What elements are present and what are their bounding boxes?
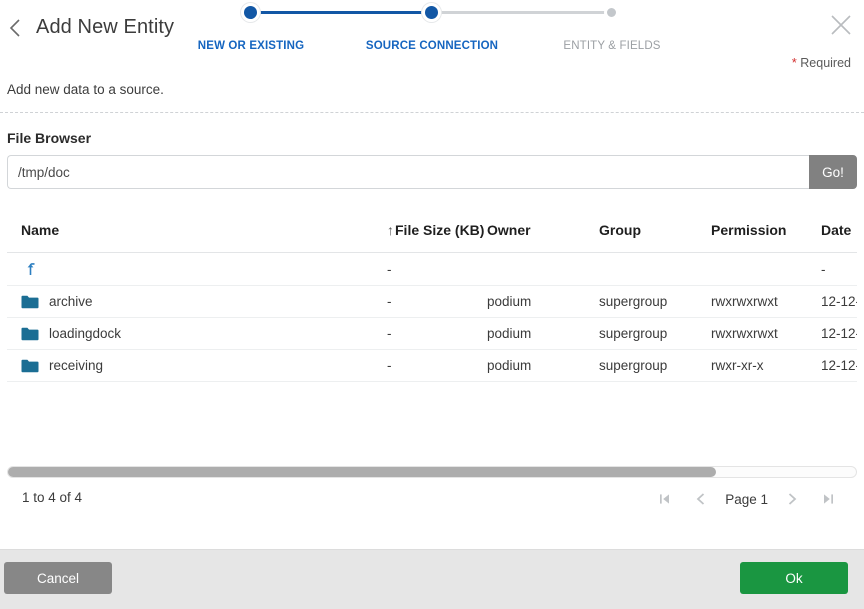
cell-name-label: receiving	[49, 358, 104, 373]
cell-name-label: archive	[49, 294, 93, 309]
dialog-header: Add New Entity NEW OR EXISTING SOURCE CO…	[0, 0, 864, 78]
last-page-icon[interactable]	[810, 487, 846, 511]
section-divider	[0, 112, 864, 113]
cell-group	[599, 252, 711, 286]
cell-name-label: loadingdock	[49, 326, 122, 341]
column-header-group[interactable]: Group	[599, 218, 711, 253]
dialog-description: Add new data to a source.	[7, 82, 164, 97]
cell-permission: rwxrwxrwxt	[711, 285, 821, 318]
back-navigation[interactable]: Add New Entity	[6, 16, 174, 39]
table-row[interactable]: receiving - podium supergroup rwxr-xr-x …	[7, 349, 857, 382]
first-page-icon[interactable]	[647, 487, 683, 511]
table-header-row: Name ↑File Size (KB) Owner Group Permiss…	[7, 218, 857, 253]
wizard-stepper: NEW OR EXISTING SOURCE CONNECTION ENTITY…	[195, 0, 660, 62]
column-header-owner[interactable]: Owner	[487, 218, 599, 253]
stepper-label-new-or-existing[interactable]: NEW OR EXISTING	[198, 40, 304, 52]
path-input-group: Go!	[7, 155, 857, 189]
column-header-file-size[interactable]: ↑File Size (KB)	[387, 218, 487, 253]
cell-file-size: -	[387, 349, 487, 382]
close-icon[interactable]	[826, 10, 856, 40]
file-table-body: - - archive - podium supergroup rwxrwxrw…	[7, 252, 857, 382]
stepper-label-entity-and-fields[interactable]: ENTITY & FIELDS	[563, 40, 660, 52]
cell-file-size: -	[387, 252, 487, 286]
cell-date: 12-12-2	[821, 349, 857, 382]
cell-group: supergroup	[599, 349, 711, 382]
horizontal-scrollbar[interactable]	[7, 466, 857, 478]
stepper-dot-entity-and-fields[interactable]	[604, 5, 619, 20]
column-header-name[interactable]: Name	[7, 218, 387, 253]
cell-group: supergroup	[599, 317, 711, 350]
cell-owner	[487, 252, 599, 286]
cell-permission: rwxr-xr-x	[711, 349, 821, 382]
cell-date: 12-12-2	[821, 317, 857, 350]
cell-name[interactable]: receiving	[7, 349, 387, 382]
cell-date: -	[821, 252, 857, 286]
dialog-footer: Cancel Ok	[0, 549, 864, 609]
next-page-icon[interactable]	[774, 487, 810, 511]
page-title: Add New Entity	[36, 16, 175, 38]
column-header-permission[interactable]: Permission	[711, 218, 821, 253]
cell-owner: podium	[487, 285, 599, 318]
cancel-button[interactable]: Cancel	[4, 562, 112, 594]
page-indicator: Page 1	[725, 491, 768, 507]
cell-permission	[711, 252, 821, 286]
go-button[interactable]: Go!	[809, 155, 857, 189]
add-new-entity-dialog: Add New Entity NEW OR EXISTING SOURCE CO…	[0, 0, 864, 609]
required-label: Required	[800, 56, 851, 70]
cell-name[interactable]	[7, 252, 387, 286]
folder-icon[interactable]	[21, 359, 39, 373]
file-table-container: Name ↑File Size (KB) Owner Group Permiss…	[7, 218, 857, 458]
ok-button[interactable]: Ok	[740, 562, 848, 594]
cell-permission: rwxrwxrwxt	[711, 317, 821, 350]
previous-page-icon[interactable]	[683, 487, 719, 511]
table-row[interactable]: loadingdock - podium supergroup rwxrwxrw…	[7, 317, 857, 350]
file-browser-heading: File Browser	[7, 130, 92, 146]
horizontal-scrollbar-thumb[interactable]	[8, 467, 716, 477]
table-row[interactable]: archive - podium supergroup rwxrwxrwxt 1…	[7, 285, 857, 318]
path-input[interactable]	[7, 155, 809, 189]
cell-owner: podium	[487, 349, 599, 382]
file-table: Name ↑File Size (KB) Owner Group Permiss…	[7, 218, 857, 382]
cell-file-size: -	[387, 285, 487, 318]
column-header-date[interactable]: Date	[821, 218, 857, 253]
required-asterisk: *	[791, 55, 797, 70]
cell-file-size: -	[387, 317, 487, 350]
sort-ascending-arrow-icon: ↑	[387, 222, 394, 238]
folder-icon[interactable]	[21, 327, 39, 341]
cell-name[interactable]: loadingdock	[7, 317, 387, 350]
cell-name[interactable]: archive	[7, 285, 387, 318]
record-count: 1 to 4 of 4	[22, 490, 83, 505]
table-row[interactable]: - -	[7, 252, 857, 286]
stepper-label-source-connection[interactable]: SOURCE CONNECTION	[366, 40, 498, 52]
parent-directory-arrow-icon[interactable]	[24, 261, 38, 277]
folder-icon[interactable]	[21, 295, 39, 309]
chevron-left-icon[interactable]	[6, 17, 24, 39]
cell-group: supergroup	[599, 285, 711, 318]
cell-owner: podium	[487, 317, 599, 350]
cell-date: 12-12-2	[821, 285, 857, 318]
required-legend: * Required	[792, 55, 851, 70]
stepper-dot-new-or-existing[interactable]	[241, 3, 260, 22]
pagination-controls: Page 1	[647, 487, 846, 511]
stepper-dot-source-connection[interactable]	[422, 3, 441, 22]
stepper-segment-2	[432, 11, 613, 14]
column-header-file-size-label: File Size (KB)	[395, 222, 485, 238]
stepper-segment-1	[251, 11, 432, 14]
